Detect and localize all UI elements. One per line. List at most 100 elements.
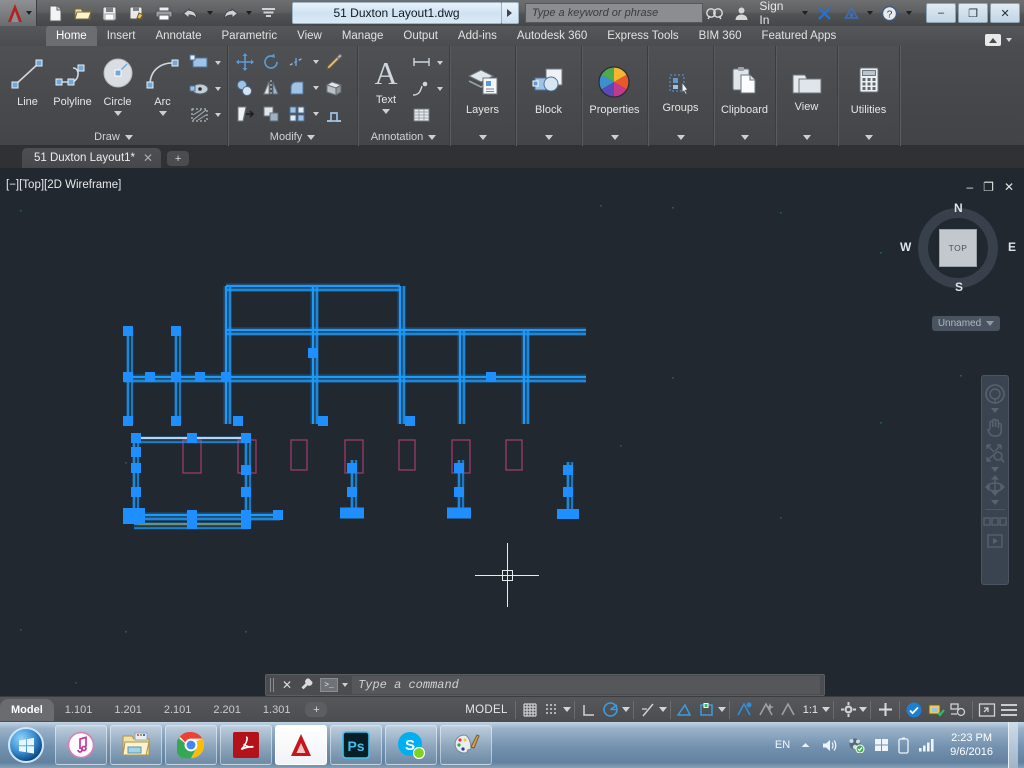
taskbar-item-itunes[interactable] [55,725,107,765]
new-file-tab-button[interactable]: + [167,151,190,166]
exchange-apps-icon[interactable] [813,1,837,25]
view-cube-north[interactable]: N [954,201,963,215]
annotation-monitor-icon[interactable] [947,700,969,720]
showmotion-play-icon[interactable] [983,532,1007,550]
view-cube-west[interactable]: W [900,240,911,254]
stretch-icon[interactable] [233,102,257,126]
isolate-objects-icon[interactable] [925,700,947,720]
tab-add-ins[interactable]: Add-ins [448,26,507,46]
volume-icon[interactable] [821,738,838,753]
leader-dropdown-icon[interactable] [435,87,444,91]
zoom-dropdown-icon[interactable] [991,467,999,472]
command-bar-settings-icon[interactable] [298,677,316,694]
panel-properties[interactable]: Properties [582,46,648,146]
annotation-visibility-icon[interactable] [733,700,755,720]
command-bar-close-icon[interactable]: ✕ [280,678,294,692]
scale-icon[interactable] [259,102,283,126]
tab-autodesk-360[interactable]: Autodesk 360 [507,26,597,46]
redo-dropdown[interactable] [244,1,255,25]
layout-tab-1-301[interactable]: 1.301 [252,699,302,721]
move-icon[interactable] [233,50,257,74]
sign-in-dropdown[interactable] [800,1,810,25]
orbit-dropdown-icon[interactable] [991,500,999,505]
draw-circle-button[interactable]: Circle [95,51,140,116]
mirror-icon[interactable] [259,76,283,100]
help-dropdown[interactable] [904,1,914,25]
tab-manage[interactable]: Manage [332,26,394,46]
tab-featured-apps[interactable]: Featured Apps [751,26,846,46]
draw-arc-dropdown-icon[interactable] [158,111,167,116]
view-cube-south[interactable]: S [955,280,963,294]
hardware-acceleration-icon[interactable] [903,700,925,720]
snap-mode-icon[interactable] [541,700,563,720]
open-folder-button[interactable] [70,1,96,25]
panel-clipboard[interactable]: Clipboard [714,46,776,146]
panel-groups[interactable]: Groups [648,46,714,146]
taskbar-clock[interactable]: 2:23 PM 9/6/2016 [944,731,999,759]
battery-icon[interactable] [898,737,909,754]
panel-view-expand[interactable] [802,128,811,146]
tab-annotate[interactable]: Annotate [145,26,211,46]
document-title-dropdown[interactable] [501,2,519,24]
showmotion-thumbnails-icon[interactable] [983,514,1007,530]
customization-plus-icon[interactable] [874,700,896,720]
redo-button[interactable] [217,1,243,25]
qat-dropdown-button[interactable] [256,1,282,25]
drawing-canvas[interactable]: [−][Top][2D Wireframe] – ❐ ✕ TOP N S E W… [0,168,1024,696]
taskbar-item-file-explorer[interactable] [110,725,162,765]
show-desktop-button[interactable] [1008,722,1018,768]
autodesk-360-icon[interactable] [839,1,863,25]
restore-button[interactable]: ❐ [958,3,989,23]
network-sync-icon[interactable] [847,737,865,753]
minimize-button[interactable]: – [926,3,957,23]
search-icon[interactable] [703,1,727,25]
ellipse-dropdown-icon[interactable] [213,87,222,91]
layout-tab-model[interactable]: Model [0,698,54,721]
array-icon[interactable] [285,102,309,126]
signal-icon[interactable] [918,738,935,752]
tab-view[interactable]: View [287,26,332,46]
hatch-dropdown-icon[interactable] [213,113,222,117]
search-input[interactable]: Type a keyword or phrase [524,3,703,23]
file-tab-51-duxton-layout1[interactable]: 51 Duxton Layout1* ✕ [22,148,162,168]
panel-draw-title[interactable]: Draw [0,128,227,146]
layout-tab-2-101[interactable]: 2.101 [153,699,203,721]
draw-arc-button[interactable]: Arc [140,51,185,116]
customization-menu-icon[interactable] [998,700,1020,720]
trim-dropdown-icon[interactable] [311,60,320,64]
taskbar-item-adobe-reader[interactable] [220,725,272,765]
taskbar-item-skype[interactable]: S [385,725,437,765]
save-as-button[interactable] [124,1,150,25]
command-bar[interactable]: ✕ >_ Type a command [265,674,825,696]
layout-tab-1-101[interactable]: 1.101 [54,699,104,721]
application-menu-button[interactable] [0,0,37,26]
panel-block[interactable]: Block [516,46,582,146]
tab-express-tools[interactable]: Express Tools [597,26,688,46]
tray-expand-icon[interactable] [799,739,812,752]
panel-modify-expand-icon[interactable] [307,134,316,140]
close-button[interactable]: ✕ [990,3,1021,23]
ortho-mode-icon[interactable] [578,700,600,720]
polar-tracking-icon[interactable] [600,700,622,720]
draw-circle-dropdown-icon[interactable] [113,111,122,116]
tab-bim-360[interactable]: BIM 360 [689,26,752,46]
view-cube-top-face[interactable]: TOP [939,229,977,267]
isometric-drafting-icon[interactable] [637,700,659,720]
ellipse-icon[interactable] [187,77,211,101]
paintbrush-icon[interactable] [322,50,346,74]
draw-line-button[interactable]: Line [5,51,50,108]
scale-dropdown-icon[interactable] [822,707,830,712]
table-icon[interactable] [409,103,433,127]
tab-output[interactable]: Output [393,26,448,46]
taskbar-item-autocad[interactable] [275,725,327,765]
object-snap-dropdown-icon[interactable] [717,707,726,712]
autodesk-360-dropdown[interactable] [865,1,875,25]
steering-wheel-icon[interactable] [983,382,1007,406]
object-snap-tracking-icon[interactable] [674,700,696,720]
windows-icon[interactable] [874,738,889,752]
command-input[interactable]: Type a command [352,676,820,694]
input-language-indicator[interactable]: EN [775,739,790,751]
taskbar-item-chrome[interactable] [165,725,217,765]
panel-groups-expand[interactable] [676,128,685,146]
view-cube-east[interactable]: E [1008,240,1016,254]
